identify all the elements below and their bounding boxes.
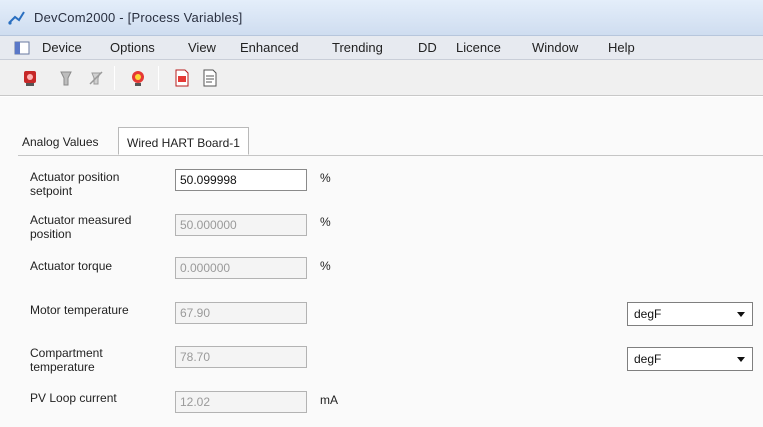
title-bar: DevCom2000 - [Process Variables]: [0, 0, 763, 36]
menu-options[interactable]: Options: [110, 40, 155, 55]
compartment-temperature-unit-value: degF: [634, 352, 662, 366]
motor-temperature-unit-select[interactable]: degF: [627, 302, 753, 326]
actuator-position-setpoint-label: Actuator position setpoint: [30, 170, 120, 198]
app-icon: [8, 11, 25, 25]
disconnect-icon[interactable]: [84, 66, 108, 90]
pv-loop-current-field: [175, 391, 307, 413]
pv-loop-current-unit: mA: [320, 393, 338, 407]
actuator-torque-field: [175, 257, 307, 279]
compartment-temperature-label: Compartment temperature: [30, 346, 103, 374]
compartment-temperature-field: [175, 346, 307, 368]
motor-temperature-field: [175, 302, 307, 324]
toolbar-separator: [114, 66, 115, 90]
motor-temperature-label: Motor temperature: [30, 303, 129, 317]
actuator-position-setpoint-input[interactable]: [175, 169, 307, 191]
document-icon[interactable]: [198, 66, 222, 90]
actuator-measured-position-label: Actuator measured position: [30, 213, 132, 241]
mdi-document-icon[interactable]: [14, 41, 30, 55]
pv-loop-current-label: PV Loop current: [30, 391, 117, 405]
motor-temperature-unit-value: degF: [634, 307, 662, 321]
window-title: DevCom2000 - [Process Variables]: [34, 10, 243, 25]
connect-icon[interactable]: [54, 66, 78, 90]
device-red-icon[interactable]: [18, 66, 42, 90]
menu-dd[interactable]: DD: [418, 40, 437, 55]
compartment-temperature-unit-select[interactable]: degF: [627, 347, 753, 371]
menu-trending[interactable]: Trending: [332, 40, 383, 55]
actuator-torque-label: Actuator torque: [30, 259, 113, 273]
toolbar: [0, 60, 763, 96]
menu-bar: Device Options View Enhanced Trending DD…: [0, 36, 763, 60]
actuator-measured-position-field: [175, 214, 307, 236]
chevron-down-icon[interactable]: [730, 348, 752, 370]
tab-analog-values[interactable]: Analog Values: [22, 129, 99, 155]
menu-licence[interactable]: Licence: [456, 40, 501, 55]
tab-wired-hart-board-1[interactable]: Wired HART Board-1: [118, 127, 249, 155]
menu-window[interactable]: Window: [532, 40, 578, 55]
tab-panel: Actuator position setpoint % Actuator me…: [18, 155, 763, 427]
toolbar-separator: [158, 66, 159, 90]
chevron-down-icon[interactable]: [730, 303, 752, 325]
alarm-icon[interactable]: [126, 66, 150, 90]
actuator-position-setpoint-unit: %: [320, 171, 331, 185]
menu-enhanced[interactable]: Enhanced: [240, 40, 299, 55]
actuator-measured-position-unit: %: [320, 215, 331, 229]
tab-strip: Analog Values Wired HART Board-1: [0, 127, 763, 155]
menu-view[interactable]: View: [188, 40, 216, 55]
process-variables-pane: Analog Values Wired HART Board-1 Actuato…: [0, 97, 763, 427]
report-red-icon[interactable]: [170, 66, 194, 90]
menu-help[interactable]: Help: [608, 40, 635, 55]
actuator-torque-unit: %: [320, 259, 331, 273]
menu-device[interactable]: Device: [42, 40, 82, 55]
